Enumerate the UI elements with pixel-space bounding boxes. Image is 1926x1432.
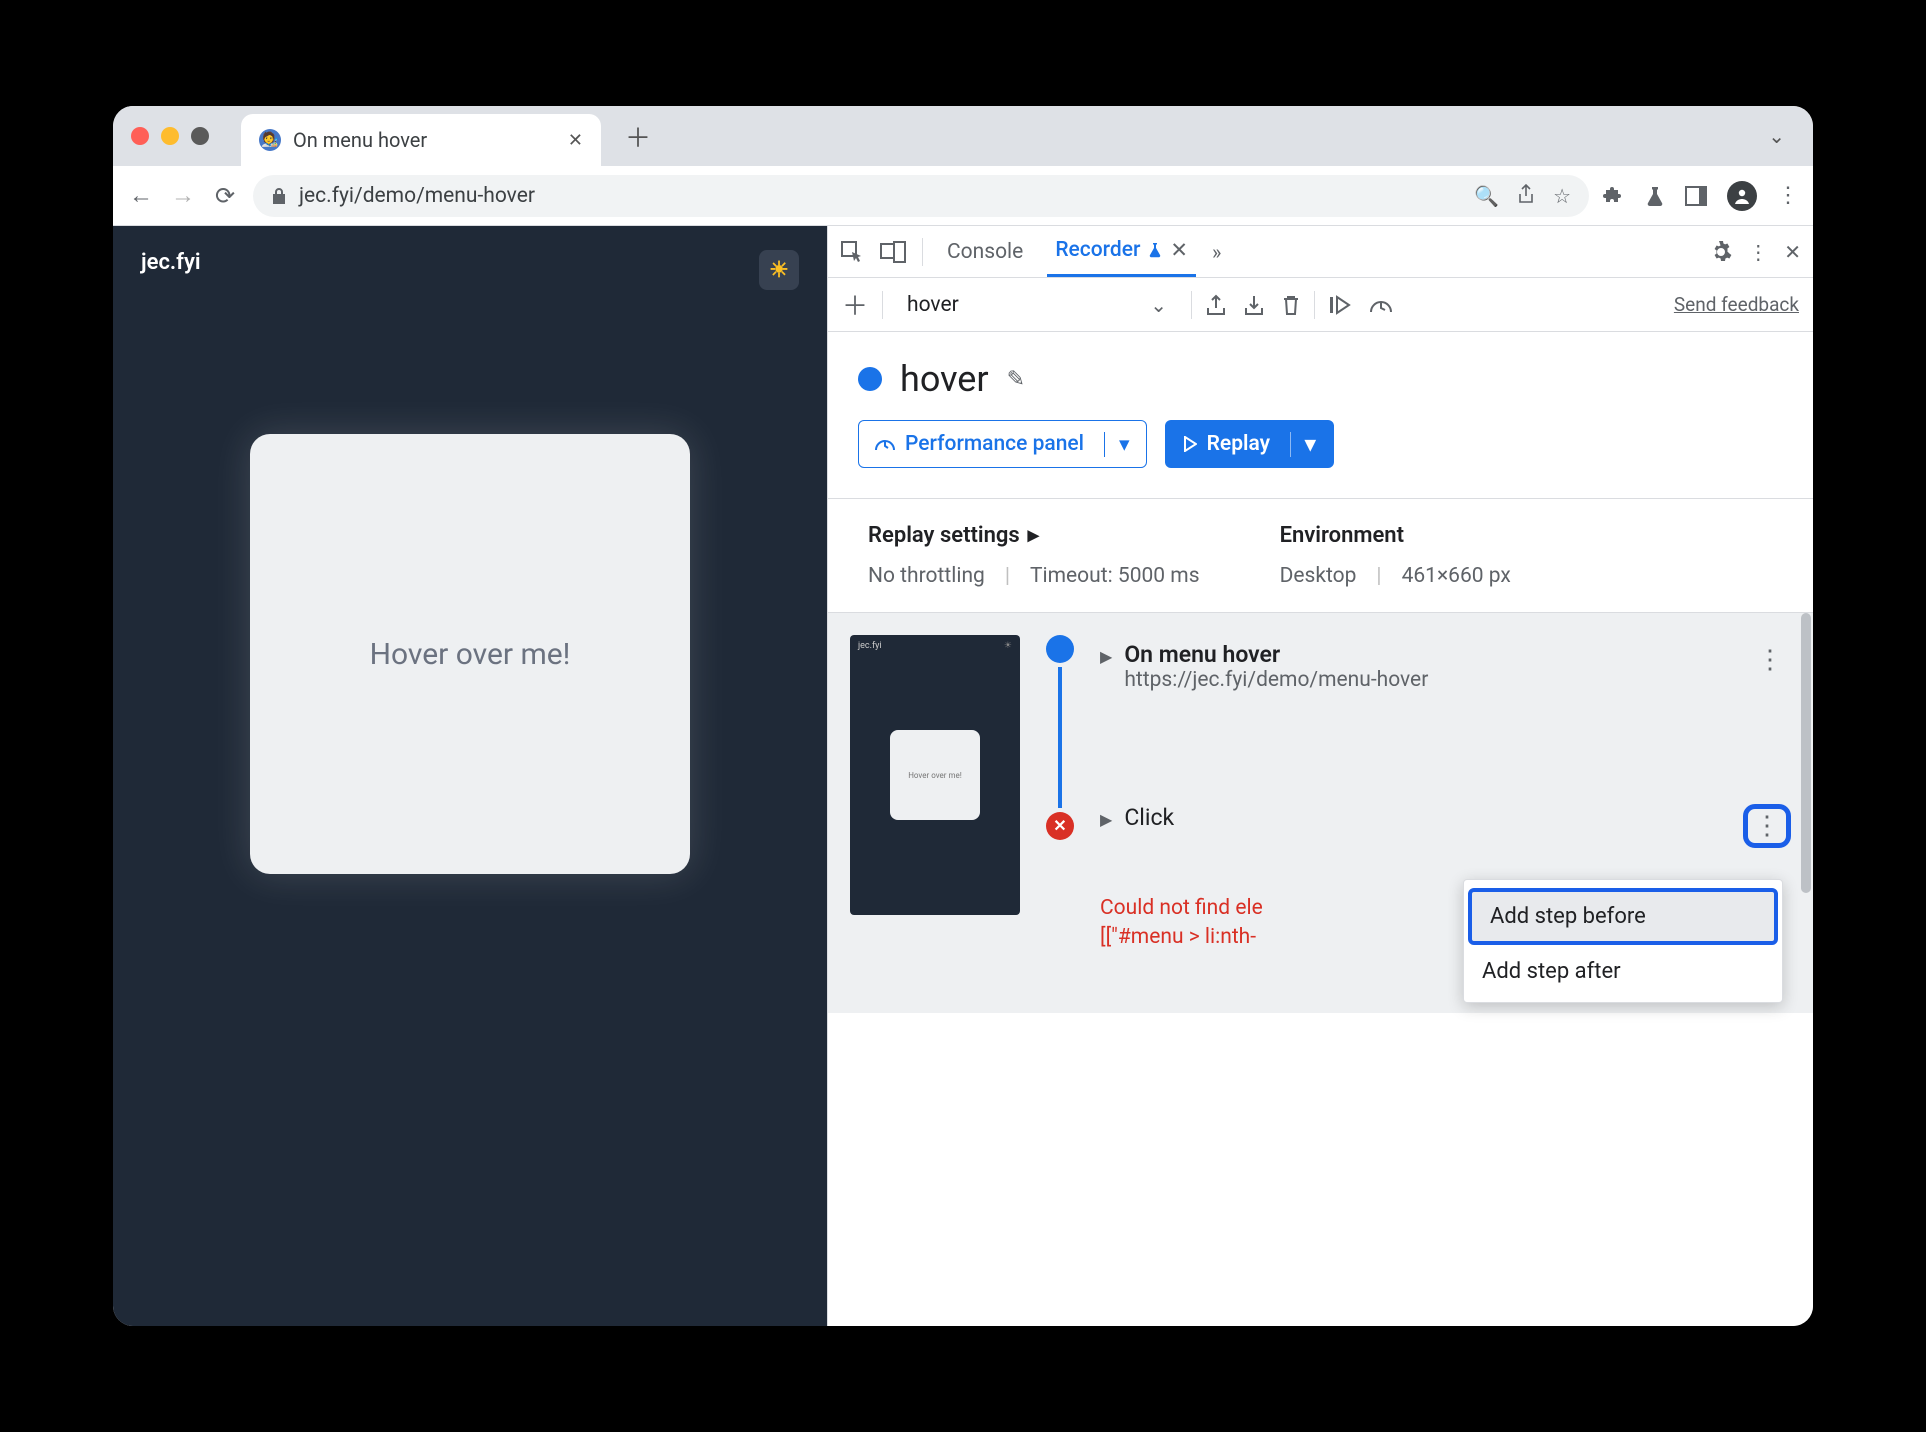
browser-window: 🧑‍🎨 On menu hover ✕ ＋ ⌄ ← → ⟳ jec.fyi/de… [113,106,1813,1326]
profile-avatar[interactable] [1727,181,1757,211]
back-button[interactable]: ← [127,181,155,210]
slow-replay-icon[interactable] [1369,296,1393,314]
sidepanel-icon[interactable] [1685,186,1707,206]
kebab-icon[interactable]: ⋮ [1748,240,1768,264]
menu-icon[interactable]: ⋮ [1777,183,1799,208]
browser-tab[interactable]: 🧑‍🎨 On menu hover ✕ [241,114,601,166]
hover-card[interactable]: Hover over me! [250,434,690,874]
step-dot-success [1046,635,1074,663]
recording-title: hover [900,358,989,400]
step-play-icon[interactable] [1329,295,1351,315]
environment-heading: Environment [1280,523,1511,548]
forward-button[interactable]: → [169,181,197,210]
tab-recorder[interactable]: Recorder ✕ [1047,226,1196,277]
browser-toolbar: ← → ⟳ jec.fyi/demo/menu-hover 🔍 ☆ [113,166,1813,226]
caret-right-icon: ▶ [1100,810,1112,829]
step-context-menu: Add step before Add step after [1463,879,1783,1003]
recorder-body: hover ✎ Performance panel ▾ [828,332,1813,1326]
titlebar: 🧑‍🎨 On menu hover ✕ ＋ ⌄ [113,106,1813,166]
share-icon[interactable] [1517,184,1535,208]
new-tab-button[interactable]: ＋ [625,118,651,155]
devtools-panel: Console Recorder ✕ » ⋮ ✕ ＋ [827,226,1813,1326]
url-text: jec.fyi/demo/menu-hover [299,184,535,208]
minimize-window-button[interactable] [161,127,179,145]
settings-icon[interactable] [1710,241,1732,263]
tab-close-icon[interactable]: ✕ [1170,238,1188,263]
step-dot-error: ✕ [1046,812,1074,840]
step-menu-icon-active[interactable]: ⋮ [1743,804,1791,848]
labs-badge-icon [1148,242,1162,258]
step-screenshot: jec.fyi ☀ Hover over me! [850,635,1020,915]
throttling-value: No throttling [868,564,985,588]
tab-console[interactable]: Console [939,226,1031,277]
recording-status-dot [858,367,882,391]
labs-icon[interactable] [1645,185,1665,207]
more-tabs-icon[interactable]: » [1212,240,1221,264]
play-icon [1183,436,1197,452]
caret-right-icon: ▸ [1028,523,1039,548]
recording-header: hover ✎ [828,332,1813,420]
hover-card-text: Hover over me! [370,637,571,672]
close-window-button[interactable] [131,127,149,145]
steps-panel: jec.fyi ☀ Hover over me! ✕ ▶ [828,613,1813,1013]
lock-icon [271,187,287,205]
menu-add-step-after[interactable]: Add step after [1464,947,1782,996]
theme-toggle-button[interactable]: ☀ [759,250,799,290]
extensions-icon[interactable] [1603,185,1625,207]
step-menu-icon[interactable]: ⋮ [1749,641,1791,679]
timeout-value: Timeout: 5000 ms [1030,564,1200,588]
recorder-toolbar: ＋ hover ⌄ [828,278,1813,332]
inspect-icon[interactable] [840,240,864,264]
edit-title-icon[interactable]: ✎ [1007,367,1025,392]
perf-dropdown-icon[interactable]: ▾ [1104,432,1130,457]
viewport-value: 461×660 px [1402,564,1511,588]
settings-row: Replay settings ▸ No throttling | Timeou… [828,498,1813,613]
bookmark-icon[interactable]: ☆ [1553,184,1571,208]
replay-button[interactable]: Replay ▾ [1165,420,1334,468]
device-value: Desktop [1280,564,1357,588]
close-devtools-icon[interactable]: ✕ [1784,240,1801,264]
export-icon[interactable] [1206,294,1226,316]
zoom-icon[interactable]: 🔍 [1474,184,1499,208]
site-name: jec.fyi [141,250,201,290]
reload-button[interactable]: ⟳ [211,182,239,210]
gauge-icon [875,436,895,452]
step-navigate[interactable]: ▶ On menu hover https://jec.fyi/demo/men… [1100,635,1791,698]
omnibox-actions: 🔍 ☆ [1474,184,1571,208]
favicon-icon: 🧑‍🎨 [259,129,281,151]
recording-selector[interactable]: hover ⌄ [897,287,1177,323]
toolbar-actions: ⋮ [1603,181,1799,211]
caret-right-icon: ▶ [1100,647,1112,666]
content-area: jec.fyi ☀ Hover over me! Co [113,226,1813,1326]
menu-add-step-before[interactable]: Add step before [1468,888,1778,945]
device-toggle-icon[interactable] [880,241,906,263]
performance-panel-button[interactable]: Performance panel ▾ [858,420,1147,468]
replay-settings-heading[interactable]: Replay settings ▸ [868,523,1200,548]
import-icon[interactable] [1244,294,1264,316]
maximize-window-button[interactable] [191,127,209,145]
tabs-dropdown-icon[interactable]: ⌄ [1768,124,1795,148]
step-click[interactable]: ▶ Click ⋮ [1100,798,1791,854]
timeline: ✕ [1040,635,1080,953]
delete-icon[interactable] [1282,294,1300,316]
sun-icon: ☀ [769,258,789,283]
scrollbar-thumb[interactable] [1801,613,1811,893]
replay-dropdown-icon[interactable]: ▾ [1290,432,1316,457]
new-recording-button[interactable]: ＋ [842,286,868,323]
chevron-down-icon: ⌄ [1150,293,1167,317]
devtools-tabstrip: Console Recorder ✕ » ⋮ ✕ [828,226,1813,278]
tab-title: On menu hover [293,128,556,152]
send-feedback-link[interactable]: Send feedback [1674,293,1799,316]
rendered-page: jec.fyi ☀ Hover over me! [113,226,827,1326]
tab-close-icon[interactable]: ✕ [568,130,583,151]
address-bar[interactable]: jec.fyi/demo/menu-hover 🔍 ☆ [253,175,1589,217]
window-controls [131,127,209,145]
